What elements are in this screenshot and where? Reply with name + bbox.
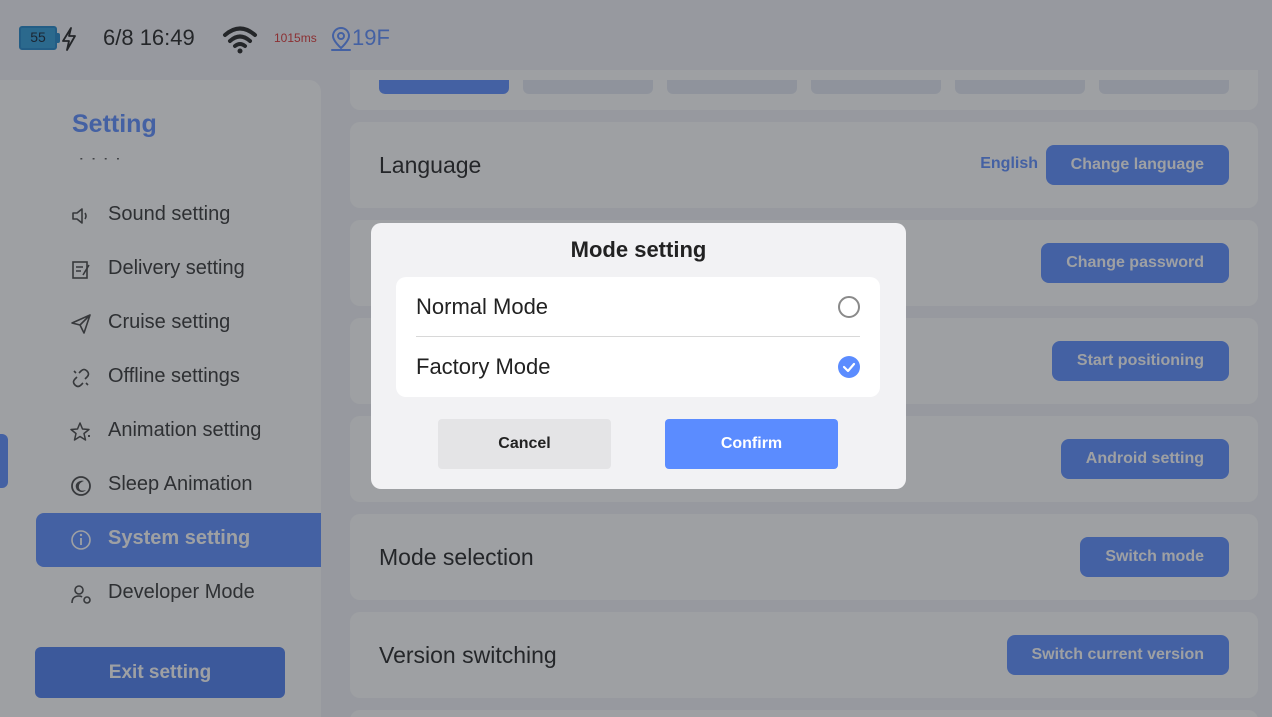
option-label: Factory Mode xyxy=(416,354,551,379)
cancel-button[interactable]: Cancel xyxy=(438,419,611,469)
mode-setting-dialog: Mode setting Normal Mode Factory Mode Ca… xyxy=(371,223,906,489)
option-label: Normal Mode xyxy=(416,294,549,319)
confirm-button[interactable]: Confirm xyxy=(665,419,838,469)
option-factory-mode[interactable]: Factory Mode xyxy=(396,337,880,397)
radio-unchecked-icon[interactable] xyxy=(838,296,860,318)
radio-checked-icon[interactable] xyxy=(838,356,860,378)
dialog-title: Mode setting xyxy=(570,237,707,262)
option-normal-mode[interactable]: Normal Mode xyxy=(396,277,880,337)
mode-option-list: Normal Mode Factory Mode xyxy=(396,277,880,397)
